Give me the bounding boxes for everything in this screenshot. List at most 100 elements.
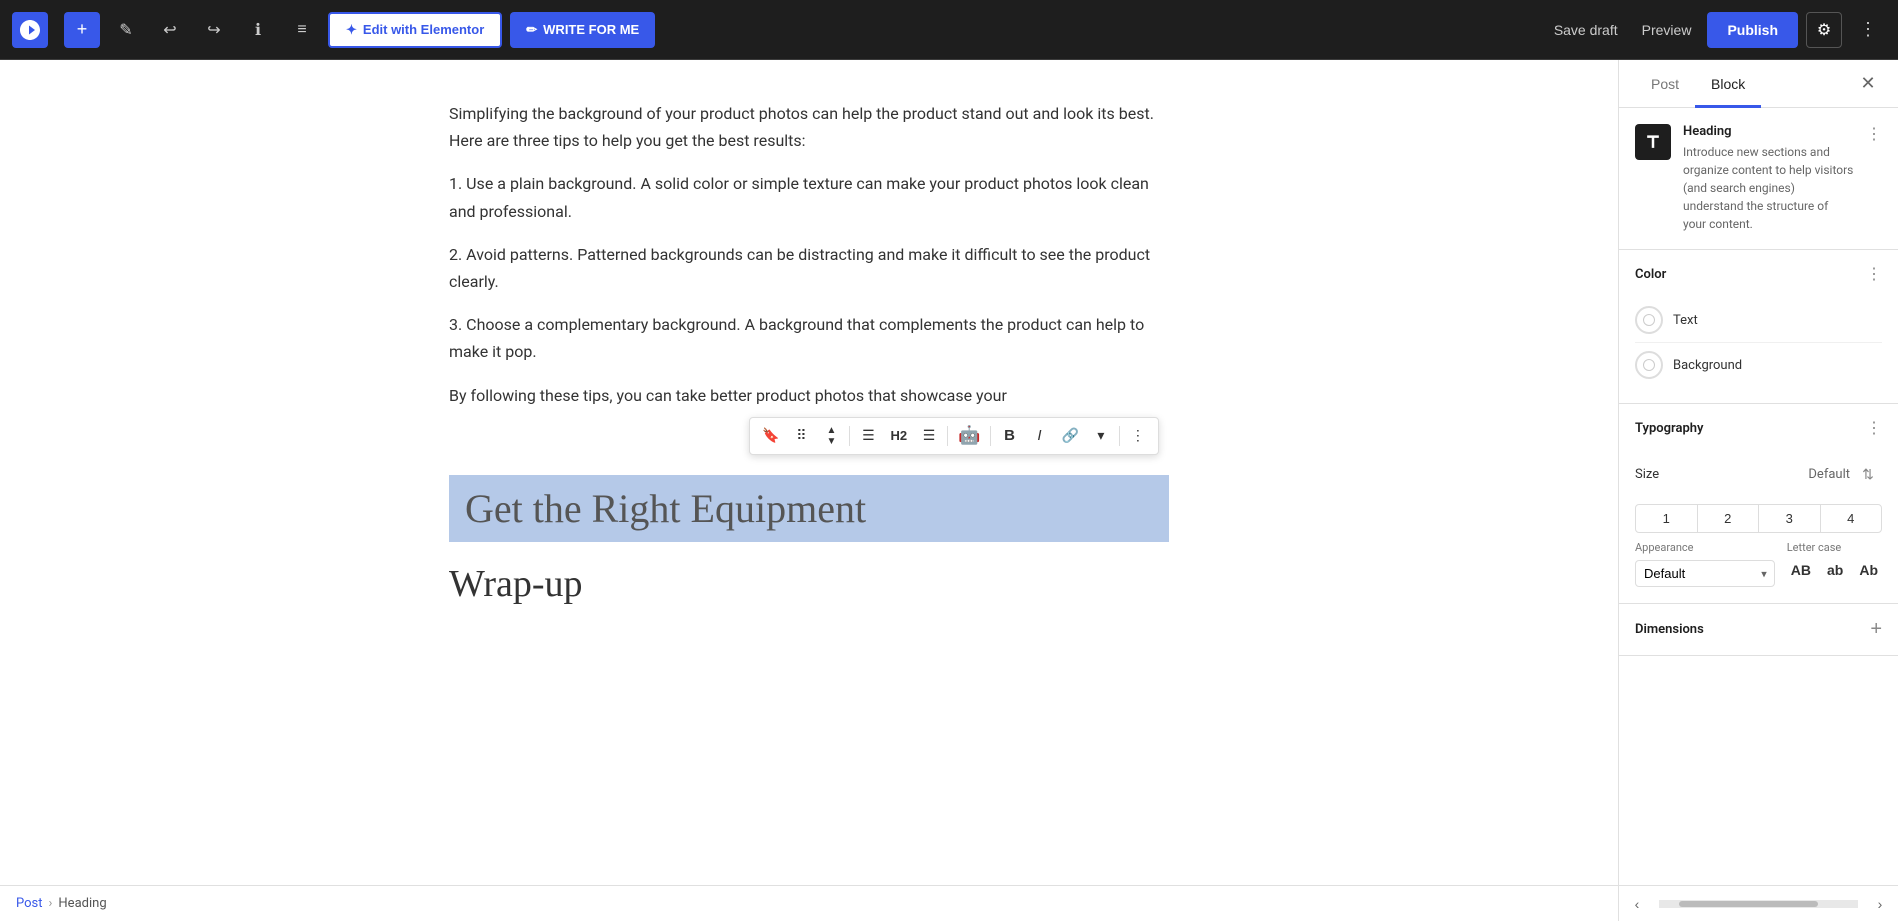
- paragraph-3: 2. Avoid patterns. Patterned backgrounds…: [449, 241, 1169, 295]
- block-description: Introduce new sections and organize cont…: [1683, 143, 1854, 233]
- size-btn-1[interactable]: 1: [1636, 505, 1698, 532]
- nav-left-button[interactable]: ‹: [1619, 886, 1655, 921]
- toolbar-bold-button[interactable]: B: [995, 422, 1023, 450]
- size-buttons: 1 2 3 4: [1635, 504, 1882, 533]
- letter-case-label: Letter case: [1787, 541, 1882, 554]
- background-color-label: Background: [1673, 358, 1742, 373]
- tools-button[interactable]: ✎: [108, 12, 144, 48]
- letter-case-ab-button[interactable]: AB: [1787, 560, 1815, 580]
- paragraph-4: 3. Choose a complementary background. A …: [449, 311, 1169, 365]
- paragraph-5: By following these tips, you can take be…: [449, 382, 1169, 409]
- typography-panel-header[interactable]: Typography ⋮: [1619, 404, 1898, 452]
- toolbar-more-options-button[interactable]: ⋮: [1124, 422, 1152, 450]
- typography-section: Typography ⋮ Size Default ⇅ 1 2 3: [1619, 404, 1898, 604]
- text-color-circle[interactable]: [1635, 306, 1663, 334]
- size-btn-2[interactable]: 2: [1698, 505, 1760, 532]
- letter-case-ab-lower-button[interactable]: ab: [1823, 560, 1847, 580]
- toolbar-bookmark-button[interactable]: 🔖: [756, 422, 785, 450]
- scroll-thumb: [1679, 901, 1818, 907]
- block-title: Heading: [1683, 124, 1854, 139]
- size-btn-4[interactable]: 4: [1821, 505, 1882, 532]
- nav-right-button[interactable]: ›: [1862, 886, 1898, 921]
- tab-group: Post Block: [1635, 60, 1761, 108]
- letter-case-Ab-button[interactable]: Ab: [1855, 560, 1882, 580]
- more-button[interactable]: ⋮: [1850, 12, 1886, 48]
- write-for-me-button[interactable]: ✏ WRITE FOR ME: [510, 12, 655, 48]
- typography-more-button[interactable]: ⋮: [1866, 418, 1882, 438]
- color-more-button[interactable]: ⋮: [1866, 264, 1882, 284]
- wrapup-heading[interactable]: Wrap-up: [449, 562, 1169, 606]
- dimensions-title: Dimensions: [1635, 622, 1704, 637]
- toolbar-separator-2: [947, 426, 948, 446]
- horizontal-scrollbar[interactable]: [1659, 900, 1858, 908]
- typography-section-title: Typography: [1635, 421, 1704, 436]
- appearance-field-label: Appearance: [1635, 541, 1775, 554]
- add-button[interactable]: +: [64, 12, 100, 48]
- block-icon: [1635, 124, 1671, 160]
- main-layout: Simplifying the background of your produ…: [0, 60, 1898, 921]
- tab-block[interactable]: Block: [1695, 60, 1761, 108]
- size-btn-3[interactable]: 3: [1759, 505, 1821, 532]
- toolbar-separator-3: [990, 426, 991, 446]
- editor-area: Simplifying the background of your produ…: [0, 60, 1618, 921]
- add-dimension-button[interactable]: +: [1870, 618, 1882, 641]
- settings-button[interactable]: ⚙: [1806, 12, 1842, 48]
- toolbar-emoji-button[interactable]: 🤖: [952, 422, 986, 450]
- breadcrumb: Post › Heading: [0, 885, 1618, 921]
- background-color-circle[interactable]: [1635, 351, 1663, 379]
- toolbar-drag-button[interactable]: ⠿: [787, 422, 815, 450]
- background-color-row: Background: [1635, 343, 1882, 387]
- redo-button[interactable]: ↪: [196, 12, 232, 48]
- color-panel-body: Text Background: [1619, 298, 1898, 403]
- typography-panel-body: Size Default ⇅ 1 2 3 4: [1619, 452, 1898, 603]
- breadcrumb-heading: Heading: [58, 896, 106, 911]
- list-button[interactable]: ≡: [284, 12, 320, 48]
- toolbar-separator-4: [1119, 426, 1120, 446]
- appearance-select[interactable]: Default: [1635, 560, 1775, 587]
- dimensions-row[interactable]: Dimensions +: [1619, 604, 1898, 655]
- sidebar-content: Heading Introduce new sections and organ…: [1619, 108, 1898, 885]
- color-circle-inner: [1643, 314, 1655, 326]
- publish-button[interactable]: Publish: [1707, 12, 1798, 48]
- info-button[interactable]: ℹ: [240, 12, 276, 48]
- toolbar-link-button[interactable]: 🔗: [1055, 422, 1084, 450]
- preview-button[interactable]: Preview: [1634, 22, 1700, 38]
- editor-content: Simplifying the background of your produ…: [409, 60, 1209, 885]
- editor-text: Simplifying the background of your produ…: [449, 100, 1169, 409]
- dimensions-section: Dimensions +: [1619, 604, 1898, 656]
- toolbar-align-button[interactable]: ☰: [854, 422, 882, 450]
- paragraph-2: 1. Use a plain background. A solid color…: [449, 170, 1169, 224]
- toolbar-move-button[interactable]: ▲▼: [817, 422, 845, 450]
- appearance-lettercase-row: Appearance Default Letter case AB: [1635, 541, 1882, 587]
- close-sidebar-button[interactable]: ✕: [1854, 70, 1882, 98]
- highlighted-heading[interactable]: Get the Right Equipment: [449, 475, 1169, 542]
- topbar: + ✎ ↩ ↪ ℹ ≡ ✦ Edit with Elementor ✏ WRIT…: [0, 0, 1898, 60]
- write-label: WRITE FOR ME: [543, 22, 639, 37]
- elementor-icon: ✦: [346, 22, 357, 38]
- toolbar-align2-button[interactable]: ☰: [915, 422, 943, 450]
- wp-logo: [12, 12, 48, 48]
- toolbar-h2-button[interactable]: H2: [884, 422, 913, 450]
- edit-with-elementor-button[interactable]: ✦ Edit with Elementor: [328, 12, 502, 48]
- text-color-row: Text: [1635, 298, 1882, 343]
- block-info: Heading Introduce new sections and organ…: [1619, 108, 1898, 250]
- color-panel-header[interactable]: Color ⋮: [1619, 250, 1898, 298]
- toolbar-italic-button[interactable]: I: [1025, 422, 1053, 450]
- elementor-label: Edit with Elementor: [363, 22, 484, 37]
- save-draft-button[interactable]: Save draft: [1546, 22, 1626, 38]
- appearance-col: Appearance Default: [1635, 541, 1775, 587]
- text-color-label: Text: [1673, 313, 1698, 328]
- tab-post[interactable]: Post: [1635, 60, 1695, 108]
- size-row: Size Default ⇅: [1635, 452, 1882, 496]
- toolbar-dropdown-button[interactable]: ▾: [1087, 422, 1115, 450]
- breadcrumb-post-link[interactable]: Post: [16, 896, 43, 911]
- color-section-title: Color: [1635, 267, 1666, 282]
- bg-color-circle-inner: [1643, 359, 1655, 371]
- letter-case-buttons: AB ab Ab: [1787, 560, 1882, 580]
- size-filter-button[interactable]: ⇅: [1854, 460, 1882, 488]
- floating-toolbar: 🔖 ⠿ ▲▼ ☰ H2 ☰ 🤖 B I 🔗 ▾: [749, 417, 1159, 455]
- breadcrumb-separator: ›: [49, 896, 53, 911]
- undo-button[interactable]: ↩: [152, 12, 188, 48]
- block-more-options-button[interactable]: ⋮: [1866, 124, 1882, 144]
- appearance-select-wrapper: Default: [1635, 560, 1775, 587]
